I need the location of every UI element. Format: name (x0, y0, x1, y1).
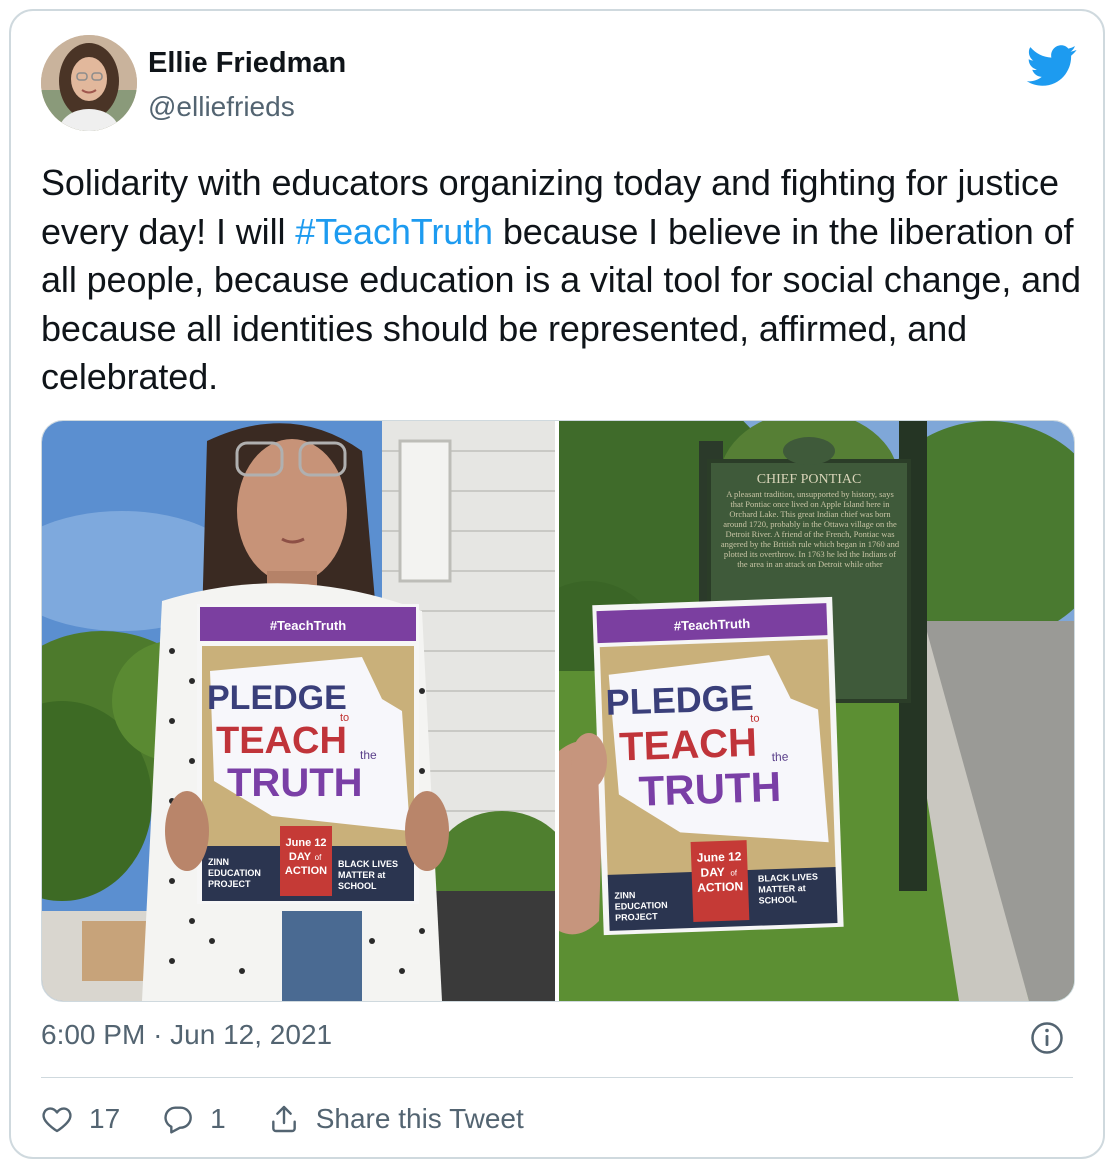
poster-blm-1: BLACK LIVES (758, 872, 818, 884)
photo-right[interactable]: CHIEF PONTIAC A pleasant tradition, unsu… (559, 421, 1074, 1001)
avatar[interactable] (41, 35, 137, 131)
poster-hashtag: #TeachTruth (270, 618, 346, 633)
tweet-time[interactable]: 6:00 PM (41, 1019, 145, 1050)
poster-pledge: PLEDGE (605, 677, 754, 723)
tweet-timestamp[interactable]: 6:00 PM · Jun 12, 2021 (41, 1019, 332, 1051)
action-bar: 17 1 Share this Tweet (41, 1099, 566, 1139)
reply-button[interactable]: 1 (162, 1103, 226, 1135)
author-name[interactable]: Ellie Friedman (148, 47, 346, 80)
poster-of: of (730, 868, 738, 877)
poster-day: DAY (289, 851, 312, 863)
reply-count: 1 (210, 1103, 226, 1134)
author-handle[interactable]: @elliefrieds (148, 91, 295, 123)
sign-title: CHIEF PONTIAC (757, 472, 862, 487)
like-button[interactable]: 17 (41, 1103, 120, 1135)
divider (41, 1077, 1073, 1078)
poster-blm-2: MATTER at (338, 870, 385, 880)
tweet-card: Ellie Friedman @elliefrieds Solidarity w… (9, 9, 1105, 1159)
poster-education: EDUCATION (615, 900, 668, 912)
poster-truth: TRUTH (227, 761, 363, 805)
poster-project: PROJECT (615, 911, 658, 922)
tweet-text: Solidarity with educators organizing tod… (41, 159, 1086, 402)
heart-icon (42, 1107, 72, 1133)
share-label: Share this Tweet (315, 1103, 524, 1134)
poster-the: the (360, 748, 377, 762)
twitter-bird-icon[interactable] (1026, 45, 1078, 87)
info-icon[interactable] (1030, 1021, 1064, 1055)
poster-action: ACTION (285, 865, 327, 877)
poster-hashtag: #TeachTruth (674, 616, 751, 634)
hashtag-link[interactable]: #TeachTruth (295, 211, 493, 252)
timestamp-separator: · (153, 1019, 163, 1050)
media-grid: #TeachTruth PLEDGE to TEACH the TRUTH Ju… (41, 420, 1075, 1002)
poster-blm-1: BLACK LIVES (338, 859, 398, 869)
poster-education: EDUCATION (208, 868, 261, 878)
poster-of: of (315, 853, 322, 862)
poster-blm-3: SCHOOL (759, 894, 798, 905)
poster-zinn: ZINN (614, 890, 635, 901)
poster-project: PROJECT (208, 879, 251, 889)
share-icon (271, 1105, 296, 1133)
poster-date: June 12 (286, 837, 327, 849)
poster-day: DAY (700, 865, 725, 880)
photo-left[interactable]: #TeachTruth PLEDGE to TEACH the TRUTH Ju… (42, 421, 555, 1001)
poster: #TeachTruth PLEDGE to TEACH the TRUTH Ju… (197, 604, 419, 904)
sign-text: A pleasant tradition, unsupported by his… (720, 489, 900, 569)
tweet-date[interactable]: Jun 12, 2021 (170, 1019, 332, 1050)
reply-icon (164, 1106, 193, 1134)
share-button[interactable]: Share this Tweet (268, 1103, 524, 1135)
poster-teach: TEACH (216, 720, 347, 762)
poster-pledge: PLEDGE (207, 679, 347, 717)
poster-teach: TEACH (618, 721, 757, 770)
poster-action: ACTION (697, 879, 743, 895)
poster: #TeachTruth PLEDGE to TEACH the TRUTH Ju… (592, 596, 844, 936)
poster-the: the (771, 750, 788, 765)
poster-zinn: ZINN (208, 857, 229, 867)
poster-date: June 12 (697, 849, 742, 865)
poster-blm-2: MATTER at (758, 883, 806, 895)
poster-truth: TRUTH (638, 763, 782, 815)
like-count: 17 (89, 1103, 121, 1134)
poster-blm-3: SCHOOL (338, 881, 377, 891)
